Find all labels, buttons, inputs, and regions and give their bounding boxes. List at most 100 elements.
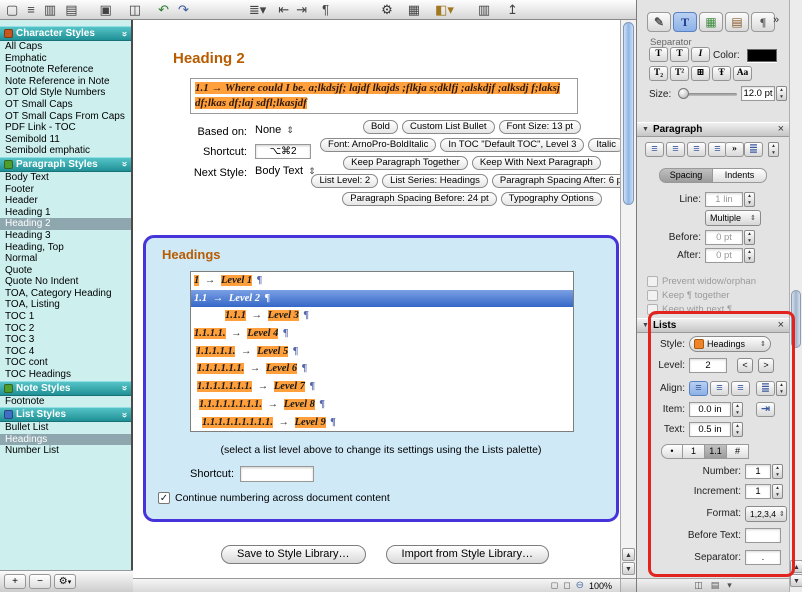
text-indent-value[interactable]: 0.5 in	[689, 422, 731, 437]
palette-scrollbar-thumb[interactable]	[791, 290, 801, 348]
continue-numbering-checkbox[interactable]: ✓	[158, 492, 170, 504]
size-stepper[interactable]: ▴▾	[776, 86, 787, 101]
draft-view-icon[interactable]: ▤	[65, 1, 77, 19]
style-attribute-pill[interactable]: List Level: 2	[311, 174, 378, 188]
sidebar-item[interactable]: OT Small Caps From Caps	[0, 111, 131, 123]
list-style-menu-icon[interactable]: ≣▾	[249, 1, 266, 19]
style-attribute-pill[interactable]: Italic	[588, 138, 624, 152]
style-attribute-pill[interactable]: Font Size: 13 pt	[499, 120, 582, 134]
line-spacing-stepper[interactable]: ▴▾	[768, 142, 779, 157]
before-value[interactable]: 0 pt	[705, 230, 743, 245]
increment-stepper[interactable]: ▴▾	[772, 484, 783, 499]
line-stepper[interactable]: ▴▾	[744, 192, 755, 207]
scroll-down-arrow[interactable]: ▼	[622, 562, 635, 575]
style-attribute-pill[interactable]: Custom List Bullet	[402, 120, 495, 134]
window-icon[interactable]: ▢	[6, 1, 18, 19]
palette-layout-icon[interactable]: ▤	[711, 580, 720, 591]
sidebar-item[interactable]: TOA, Category Heading	[0, 288, 131, 300]
sidebar-item[interactable]: Footnote Reference	[0, 64, 131, 76]
sidebar-item[interactable]: Quote No Indent	[0, 276, 131, 288]
sidebar-item[interactable]: Number List	[0, 445, 131, 457]
sidebar-item[interactable]: Emphatic	[0, 53, 131, 65]
sidebar-item[interactable]: TOC cont	[0, 357, 131, 369]
palette-scrollbar[interactable]: ▲ ▼	[789, 0, 802, 592]
book-tab[interactable]: ▤	[725, 12, 749, 32]
redo-icon[interactable]: ↷	[178, 1, 189, 19]
close-icon[interactable]: ×	[778, 320, 784, 331]
sidebar-item[interactable]: PDF Link - TOC	[0, 122, 131, 134]
sidebar-item[interactable]: Footer	[0, 184, 131, 196]
list-number-style-segment[interactable]: #	[727, 444, 749, 459]
undo-icon[interactable]: ↶	[158, 1, 169, 19]
sidebar-item[interactable]: TOC 1	[0, 311, 131, 323]
style-attribute-pill[interactable]: Paragraph Spacing After: 6 pt	[492, 174, 633, 188]
style-attribute-pill[interactable]: List Series: Headings	[382, 174, 488, 188]
list-align-stepper[interactable]: ▴▾	[776, 381, 787, 396]
list-align-left-button[interactable]: ≡	[689, 381, 708, 396]
text-style-tab[interactable]: T	[673, 12, 697, 32]
sidebar-item[interactable]: Semibold emphatic	[0, 145, 131, 157]
prevent-widow-orphan-checkbox[interactable]	[647, 276, 658, 287]
save-to-library-button[interactable]: Save to Style Library…	[221, 545, 366, 564]
superscript-button[interactable]: T²	[670, 66, 689, 81]
sidebar-item[interactable]: Quote	[0, 265, 131, 277]
page-view-icon[interactable]: ▥	[44, 1, 56, 19]
after-value[interactable]: 0 pt	[705, 248, 743, 263]
section-header-character-styles[interactable]: Character Styles »	[0, 26, 131, 41]
scrollbar-thumb[interactable]	[623, 22, 634, 205]
table-tab[interactable]: ▦	[699, 12, 723, 32]
list-level-row[interactable]: 1.1.1.1.1.1.1.1. → Level 8 ¶	[191, 396, 573, 414]
size-value[interactable]: 12.0 pt	[741, 86, 775, 101]
list-level-row[interactable]: 1.1.1.1.1. → Level 5 ¶	[191, 343, 573, 361]
pencil-tool-tab[interactable]: ✎	[647, 12, 671, 32]
sidebar-item[interactable]: Heading 1	[0, 207, 131, 219]
sidebar-item[interactable]: TOC 4	[0, 346, 131, 358]
invisibles-icon[interactable]: ¶	[322, 1, 329, 19]
tab-spacing[interactable]: Spacing	[659, 168, 713, 183]
section-header-list-styles[interactable]: List Styles »	[0, 407, 131, 422]
underline-style-button[interactable]: T	[670, 47, 689, 62]
list-shortcut-input[interactable]	[240, 466, 314, 482]
collapse-chevron-icon[interactable]: »	[119, 31, 129, 37]
palette-overflow-icon[interactable]: »	[773, 14, 779, 26]
sidebar-item[interactable]: OT Old Style Numbers	[0, 87, 131, 99]
number-stepper[interactable]: ▴▾	[772, 464, 783, 479]
align-right-button[interactable]: ≡	[687, 142, 706, 157]
style-attribute-pill[interactable]: Keep With Next Paragraph	[472, 156, 601, 170]
shortcut-input[interactable]: ⌥⌘2	[255, 144, 311, 159]
style-actions-gear-button[interactable]: ⚙▾	[54, 574, 76, 589]
section-header-note-styles[interactable]: Note Styles »	[0, 381, 131, 396]
sidebar-item[interactable]: TOA, Listing	[0, 299, 131, 311]
keep-together-checkbox[interactable]	[647, 290, 658, 301]
align-center-button[interactable]: ≡	[666, 142, 685, 157]
sidebar-item[interactable]: TOC 3	[0, 334, 131, 346]
before-stepper[interactable]: ▴▾	[744, 230, 755, 245]
import-from-library-button[interactable]: Import from Style Library…	[386, 545, 549, 564]
after-stepper[interactable]: ▴▾	[744, 248, 755, 263]
list-level-row[interactable]: 1.1.1.1. → Level 4 ¶	[191, 325, 573, 343]
palette-caret-icon[interactable]: ▾	[727, 580, 732, 591]
item-tab-button[interactable]: ⇥	[756, 402, 775, 417]
add-style-button[interactable]: +	[4, 574, 26, 589]
line-value[interactable]: 1 lin	[705, 192, 743, 207]
zoom-level[interactable]: 100%	[589, 581, 612, 591]
list-number-style-segment[interactable]: •	[661, 444, 683, 459]
style-attribute-pill[interactable]: Paragraph Spacing Before: 24 pt	[342, 192, 496, 206]
list-align-right-button[interactable]: ≡	[731, 381, 750, 396]
plain-style-button[interactable]: T	[649, 47, 668, 62]
collapse-chevron-icon[interactable]: »	[119, 385, 129, 391]
palette-scroll-up-arrow[interactable]: ▲	[790, 560, 802, 573]
sidebar-item[interactable]: Body Text	[0, 172, 131, 184]
columns-icon[interactable]: ▥	[478, 1, 490, 19]
sidebar-item[interactable]: Note Reference in Note	[0, 76, 131, 88]
number-value[interactable]: 1	[745, 464, 771, 479]
facing-pages-icon[interactable]: ◻	[563, 580, 570, 591]
paragraph-tab[interactable]: ¶	[751, 12, 775, 32]
character-spacing-button[interactable]: ⊞	[691, 66, 710, 81]
tab-indents[interactable]: Indents	[713, 168, 767, 183]
line-spacing-button[interactable]: ≣	[744, 142, 763, 157]
list-level-row[interactable]: 1 → Level 1 ¶	[191, 272, 573, 290]
export-icon[interactable]: ↥	[507, 1, 518, 19]
subscript-button[interactable]: T₂	[649, 66, 668, 81]
list-spacing-button[interactable]: ≣	[756, 381, 775, 396]
